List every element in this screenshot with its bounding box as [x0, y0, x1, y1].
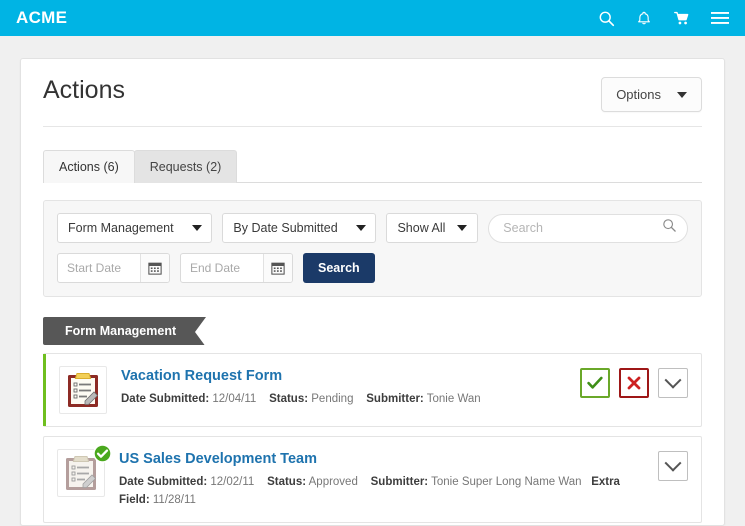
- clipboard-form-icon: [59, 366, 107, 414]
- approve-button[interactable]: [580, 368, 610, 398]
- options-button-label: Options: [616, 87, 661, 102]
- chevron-down-icon: [664, 454, 682, 472]
- start-date-input[interactable]: [58, 254, 140, 282]
- tab-requests[interactable]: Requests (2): [133, 150, 238, 183]
- search-icon[interactable]: [597, 9, 615, 27]
- section-ribbon: Form Management: [43, 317, 207, 347]
- search-icon[interactable]: [662, 218, 677, 238]
- card-header: Actions Options: [43, 59, 702, 127]
- page-title: Actions: [43, 76, 125, 104]
- submitter-label: Submitter:: [370, 476, 429, 489]
- row-meta: Date Submitted: 12/04/11 Status: Pending…: [121, 391, 568, 409]
- submitter-label: Submitter:: [366, 393, 424, 406]
- status-value: Approved: [308, 476, 358, 489]
- end-date-input[interactable]: [181, 254, 263, 282]
- row-thumbnail: [57, 444, 112, 497]
- filter-row-top: Form Management By Date Submitted Show A…: [57, 213, 688, 243]
- approved-check-badge-icon: [93, 444, 112, 463]
- tab-actions[interactable]: Actions (6): [43, 150, 135, 183]
- sort-select-value: By Date Submitted: [233, 221, 338, 235]
- status-value: Pending: [311, 393, 354, 406]
- chevron-down-icon: [191, 225, 202, 231]
- chevron-down-icon: [664, 371, 682, 389]
- section-ribbon-wrap: Form Management: [43, 317, 702, 347]
- submitter-value: Tonie Super Long Name Wan: [431, 476, 582, 489]
- check-icon: [587, 376, 603, 389]
- results-list: Vacation Request Form Date Submitted: 12…: [43, 353, 702, 525]
- end-date-field: [180, 253, 293, 283]
- row-content: Vacation Request Form Date Submitted: 12…: [121, 366, 568, 409]
- search-submit-button[interactable]: Search: [303, 253, 375, 283]
- show-select-value: Show All: [397, 221, 446, 235]
- bell-icon[interactable]: [635, 9, 653, 27]
- row-thumbnail: [59, 366, 107, 414]
- row-title-link[interactable]: Vacation Request Form: [121, 368, 282, 385]
- show-select[interactable]: Show All: [386, 213, 479, 243]
- expand-button[interactable]: [658, 368, 688, 398]
- page-container: Actions Options Actions (6) Requests (2)…: [0, 36, 745, 526]
- row-title-link[interactable]: US Sales Development Team: [119, 451, 317, 468]
- category-select-value: Form Management: [68, 221, 174, 235]
- end-date-calendar-icon[interactable]: [263, 254, 292, 282]
- date-submitted-label: Date Submitted:: [121, 393, 210, 406]
- tab-bar: Actions (6) Requests (2): [43, 149, 702, 183]
- reject-button[interactable]: [619, 368, 649, 398]
- submitter-value: Tonie Wan: [426, 393, 481, 406]
- actions-card: Actions Options Actions (6) Requests (2)…: [20, 58, 725, 526]
- start-date-field: [57, 253, 170, 283]
- date-submitted-value: 12/04/11: [212, 393, 257, 406]
- category-select[interactable]: Form Management: [57, 213, 213, 243]
- filter-panel: Form Management By Date Submitted Show A…: [43, 200, 702, 297]
- chevron-down-icon: [355, 225, 366, 231]
- hamburger-menu-icon[interactable]: [711, 9, 729, 27]
- extra-field-value: 11/28/11: [152, 494, 196, 507]
- date-submitted-value: 12/02/11: [210, 476, 255, 489]
- chevron-down-icon: [677, 91, 687, 98]
- table-row[interactable]: US Sales Development Team Date Submitted…: [43, 436, 702, 524]
- sort-select[interactable]: By Date Submitted: [222, 213, 377, 243]
- row-meta: Date Submitted: 12/02/11 Status: Approve…: [119, 474, 646, 510]
- top-navbar: ACME: [0, 0, 745, 36]
- status-label: Status:: [269, 393, 309, 406]
- options-button[interactable]: Options: [601, 77, 702, 112]
- status-label: Status:: [267, 476, 307, 489]
- close-icon: [627, 376, 641, 390]
- cart-icon[interactable]: [673, 9, 691, 27]
- chevron-down-icon: [457, 225, 468, 231]
- row-content: US Sales Development Team Date Submitted…: [119, 449, 646, 510]
- row-action-group: [580, 366, 688, 398]
- table-row[interactable]: Vacation Request Form Date Submitted: 12…: [43, 353, 702, 427]
- expand-button[interactable]: [658, 451, 688, 481]
- search-box: [488, 213, 688, 243]
- filter-row-dates: Search: [57, 253, 688, 283]
- brand-logo[interactable]: ACME: [16, 8, 67, 28]
- start-date-calendar-icon[interactable]: [140, 254, 169, 282]
- row-action-group: [658, 449, 688, 481]
- search-input[interactable]: [488, 213, 688, 243]
- navbar-icon-group: [597, 9, 729, 27]
- date-submitted-label: Date Submitted:: [119, 476, 208, 489]
